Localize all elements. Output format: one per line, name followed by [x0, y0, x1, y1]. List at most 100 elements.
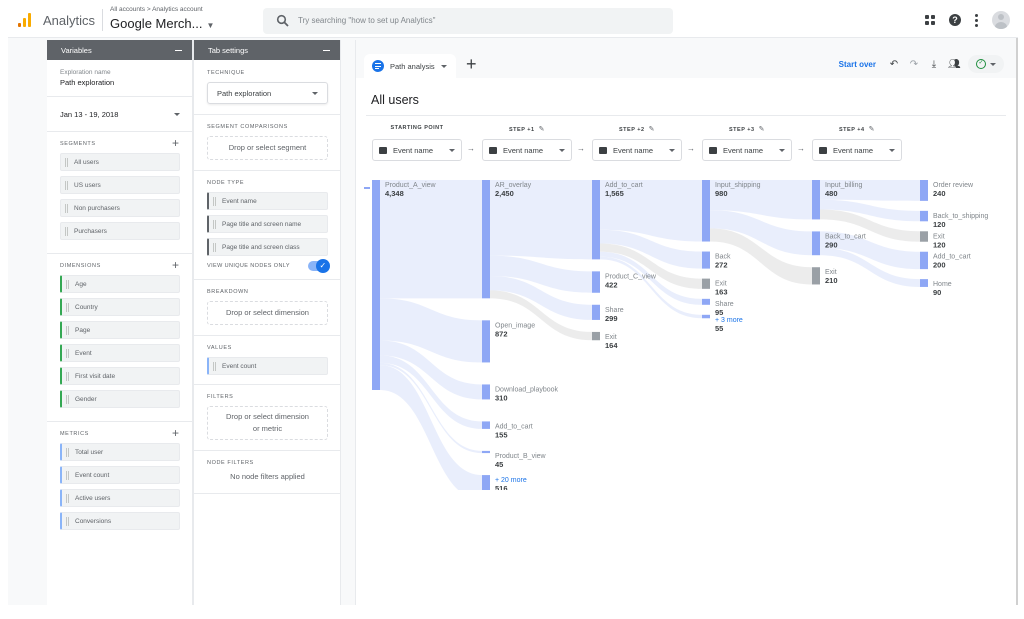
- drag-handle-icon[interactable]: [213, 361, 216, 371]
- drag-handle-icon[interactable]: [213, 196, 216, 206]
- sankey-node-bar[interactable]: [702, 298, 710, 305]
- sankey-node[interactable]: Order review240: [920, 180, 974, 201]
- sankey-node-bar[interactable]: [482, 180, 490, 299]
- add-tab-button[interactable]: +: [466, 54, 477, 74]
- sankey-node-bar[interactable]: [920, 251, 928, 270]
- breakdown-drop-zone[interactable]: Drop or select dimension: [207, 301, 328, 325]
- sankey-node[interactable]: Exit120: [920, 231, 946, 249]
- sankey-node-bar[interactable]: [702, 180, 710, 242]
- minimize-icon[interactable]: [175, 44, 182, 51]
- undo-icon[interactable]: ↶: [888, 59, 900, 70]
- step-node-type-select[interactable]: Event name: [812, 139, 902, 161]
- date-range-selector[interactable]: Jan 13 - 19, 2018: [47, 97, 192, 132]
- edit-pencil-icon[interactable]: ✎: [539, 126, 545, 133]
- sankey-node[interactable]: Download_playbook310: [482, 384, 559, 402]
- drag-handle-icon[interactable]: [213, 219, 216, 229]
- chevron-down-icon[interactable]: [440, 64, 447, 68]
- node-type-chip[interactable]: Page title and screen name: [207, 215, 328, 233]
- apps-grid-icon[interactable]: [925, 15, 935, 25]
- segment-chip[interactable]: Non purchasers: [60, 199, 180, 217]
- help-icon[interactable]: ?: [949, 14, 961, 26]
- edit-pencil-icon[interactable]: ✎: [759, 126, 765, 133]
- more-vert-icon[interactable]: [975, 13, 978, 27]
- node-type-chip[interactable]: Page title and screen class: [207, 238, 328, 256]
- drag-handle-icon[interactable]: [66, 348, 69, 358]
- technique-select[interactable]: Path exploration: [207, 82, 328, 104]
- sankey-node-bar[interactable]: [812, 231, 820, 256]
- dimension-chip[interactable]: Page: [60, 321, 180, 339]
- sankey-node[interactable]: + 3 more55: [702, 314, 743, 333]
- sankey-node-bar[interactable]: [702, 278, 710, 289]
- more-nodes-link[interactable]: + 20 more: [495, 477, 527, 484]
- sankey-node-bar[interactable]: [482, 421, 490, 429]
- drag-handle-icon[interactable]: [65, 226, 68, 236]
- sankey-node-bar[interactable]: [372, 180, 380, 390]
- sankey-node[interactable]: Open_image872: [482, 320, 535, 363]
- dimension-chip[interactable]: Country: [60, 298, 180, 316]
- analytics-logo-icon[interactable]: [18, 13, 32, 27]
- sankey-node[interactable]: Product_B_view45: [482, 450, 547, 469]
- edit-pencil-icon[interactable]: ✎: [869, 126, 875, 133]
- sankey-node[interactable]: Add_to_cart200: [920, 251, 971, 270]
- more-nodes-link[interactable]: + 3 more: [715, 317, 743, 324]
- drag-handle-icon[interactable]: [66, 279, 69, 289]
- dimension-chip[interactable]: Gender: [60, 390, 180, 408]
- add-metric-icon[interactable]: +: [172, 427, 179, 439]
- sankey-node[interactable]: Exit210: [812, 267, 838, 285]
- drag-handle-icon[interactable]: [65, 203, 68, 213]
- sankey-node[interactable]: Home90: [920, 279, 952, 297]
- search-input[interactable]: Try searching "how to set up Analytics": [263, 8, 673, 34]
- edit-pencil-icon[interactable]: ✎: [649, 126, 655, 133]
- sankey-node[interactable]: Back_to_shipping120: [920, 210, 988, 229]
- sankey-node-bar[interactable]: [920, 231, 928, 242]
- view-unique-nodes-toggle[interactable]: ✓: [308, 259, 330, 273]
- sankey-node[interactable]: + 20 more516: [482, 475, 527, 490]
- sankey-node-bar[interactable]: [482, 475, 490, 490]
- step-node-type-select[interactable]: Event name: [482, 139, 572, 161]
- dimension-chip[interactable]: Age: [60, 275, 180, 293]
- segment-drop-zone[interactable]: Drop or select segment: [207, 136, 328, 160]
- sankey-node-bar[interactable]: [702, 251, 710, 269]
- drag-handle-icon[interactable]: [66, 325, 69, 335]
- status-dropdown[interactable]: ✓: [968, 55, 1004, 73]
- sankey-node-bar[interactable]: [482, 384, 490, 400]
- add-dimension-icon[interactable]: +: [172, 259, 179, 271]
- metric-chip[interactable]: Conversions: [60, 512, 180, 530]
- sankey-node-bar[interactable]: [812, 267, 820, 285]
- step-node-type-select[interactable]: Event name: [702, 139, 792, 161]
- drag-handle-icon[interactable]: [66, 371, 69, 381]
- add-segment-icon[interactable]: +: [172, 137, 179, 149]
- redo-icon[interactable]: ↷: [908, 59, 920, 70]
- account-breadcrumb[interactable]: All accounts > Analytics account: [110, 6, 203, 13]
- drag-handle-icon[interactable]: [65, 157, 68, 167]
- drag-handle-icon[interactable]: [66, 302, 69, 312]
- sankey-node[interactable]: Share95: [702, 298, 734, 317]
- start-over-button[interactable]: Start over: [839, 60, 876, 69]
- sankey-node[interactable]: Back272: [702, 251, 731, 270]
- metric-chip[interactable]: Active users: [60, 489, 180, 507]
- segment-chip[interactable]: US users: [60, 176, 180, 194]
- step-node-type-select[interactable]: Event name: [592, 139, 682, 161]
- metric-chip[interactable]: Event count: [60, 466, 180, 484]
- sankey-node-bar[interactable]: [592, 180, 600, 260]
- account-selector[interactable]: Google Merch... ▼: [110, 16, 214, 31]
- sankey-node-bar[interactable]: [592, 331, 600, 341]
- segment-chip[interactable]: Purchasers: [60, 222, 180, 240]
- sankey-node-bar[interactable]: [920, 279, 928, 287]
- share-users-icon[interactable]: 👥︎: [948, 59, 961, 70]
- metric-chip[interactable]: Total user: [60, 443, 180, 461]
- drag-handle-icon[interactable]: [66, 447, 69, 457]
- drag-handle-icon[interactable]: [66, 470, 69, 480]
- filters-drop-zone[interactable]: Drop or select dimension or metric: [207, 406, 328, 440]
- exploration-name-section[interactable]: Exploration name Path exploration: [47, 60, 192, 97]
- node-type-chip[interactable]: Event name: [207, 192, 328, 210]
- segment-chip[interactable]: All users: [60, 153, 180, 171]
- sankey-node-bar[interactable]: [920, 180, 928, 201]
- step-node-type-select[interactable]: Event name: [372, 139, 462, 161]
- sankey-node-bar[interactable]: [482, 450, 490, 454]
- download-icon[interactable]: ⤓: [928, 59, 940, 70]
- dimension-chip[interactable]: First visit date: [60, 367, 180, 385]
- tab-path-analysis[interactable]: Path analysis: [364, 54, 456, 78]
- sankey-node-bar[interactable]: [812, 180, 820, 220]
- avatar[interactable]: [992, 11, 1010, 29]
